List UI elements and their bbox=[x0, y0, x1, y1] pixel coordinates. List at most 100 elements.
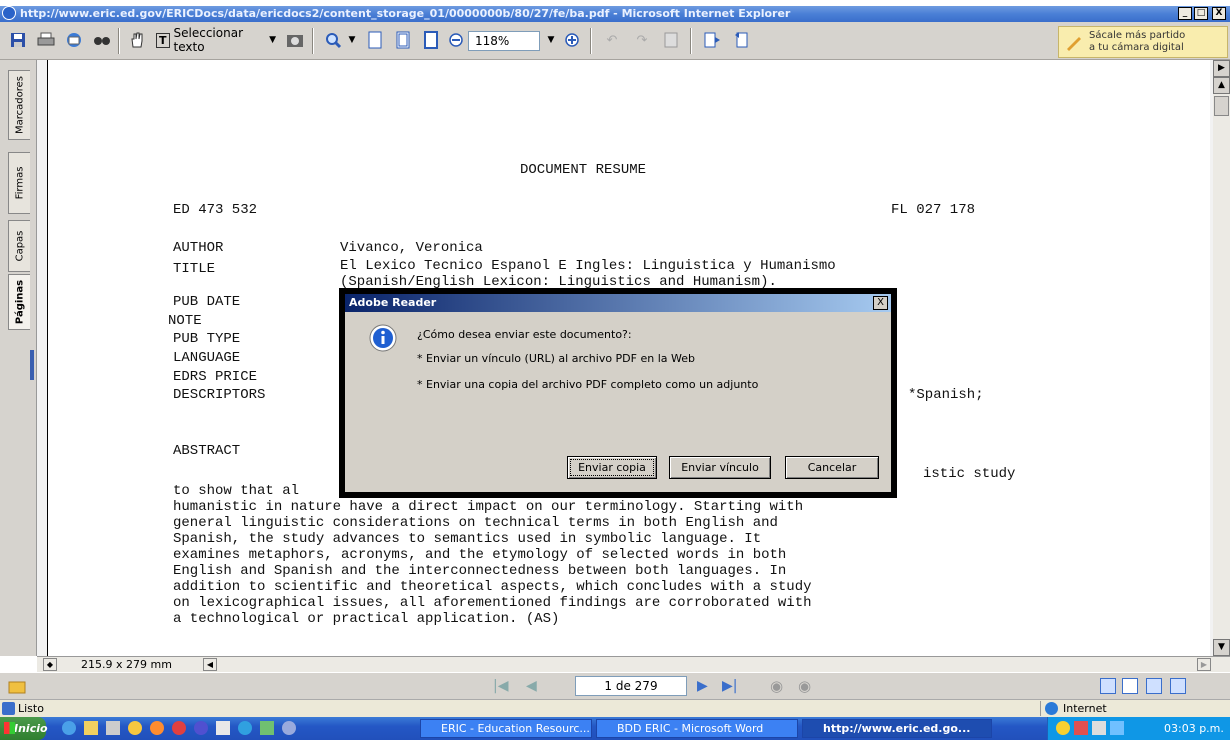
rotate-right-icon[interactable]: ↷ bbox=[630, 28, 654, 52]
single-page-layout-icon[interactable] bbox=[1100, 678, 1116, 694]
single-page-icon[interactable] bbox=[730, 28, 754, 52]
save-icon[interactable] bbox=[8, 28, 28, 52]
network-icon[interactable] bbox=[1110, 721, 1124, 735]
fit-width-icon[interactable] bbox=[420, 28, 442, 52]
abstract-partial-text: istic study bbox=[923, 466, 1016, 482]
quicklaunch-player-icon[interactable] bbox=[194, 721, 208, 735]
quicklaunch-search-icon[interactable] bbox=[238, 721, 252, 735]
print-icon[interactable] bbox=[36, 28, 56, 52]
tray-messenger-icon[interactable] bbox=[1056, 721, 1070, 735]
abstract-line: on lexicographical issues, all aforement… bbox=[173, 595, 812, 611]
last-page-icon[interactable]: ▶| bbox=[722, 678, 737, 694]
zoom-dropdown-icon[interactable]: ▼ bbox=[544, 28, 558, 52]
scroll-right-icon[interactable]: ▶ bbox=[1197, 658, 1211, 671]
abstract-line: Spanish, the study advances to semantics… bbox=[173, 531, 762, 547]
email-icon[interactable] bbox=[64, 28, 84, 52]
tab-pages-label: Páginas bbox=[14, 279, 25, 325]
hand-tool-icon[interactable] bbox=[126, 28, 148, 52]
snapshot-icon[interactable] bbox=[284, 28, 306, 52]
field-value: *Spanish; bbox=[908, 387, 984, 403]
search-icon[interactable] bbox=[92, 28, 112, 52]
volume-icon[interactable] bbox=[1092, 721, 1106, 735]
quicklaunch-messenger-icon[interactable] bbox=[128, 721, 142, 735]
zoom-in-tool-icon[interactable] bbox=[322, 28, 344, 52]
field-label: TITLE bbox=[173, 261, 216, 277]
select-text-tool[interactable]: T Seleccionar texto ▼ bbox=[156, 26, 276, 54]
previous-page-icon[interactable]: ◀ bbox=[526, 678, 537, 694]
close-button[interactable]: X bbox=[1212, 7, 1226, 20]
zoom-in-icon[interactable] bbox=[562, 28, 582, 52]
fl-number: FL 027 178 bbox=[891, 202, 976, 218]
maximize-button[interactable]: □ bbox=[1194, 7, 1208, 20]
quicklaunch-media-icon[interactable] bbox=[172, 721, 186, 735]
send-link-button[interactable]: Enviar vínculo bbox=[669, 456, 771, 479]
system-tray: 03:03 p.m. bbox=[1047, 717, 1230, 740]
next-page-icon[interactable]: ▶ bbox=[697, 678, 708, 694]
collapse-icon[interactable]: ◆ bbox=[43, 658, 57, 671]
continuous-layout-icon[interactable] bbox=[1122, 678, 1138, 694]
internet-explorer-icon bbox=[2, 6, 16, 20]
dialog-close-button[interactable]: X bbox=[873, 296, 888, 310]
page-size-label: 215.9 x 279 mm bbox=[81, 658, 172, 671]
continuous-facing-layout-icon[interactable] bbox=[1170, 678, 1186, 694]
info-icon bbox=[369, 324, 397, 352]
previous-view-icon[interactable]: ◉ bbox=[770, 677, 783, 695]
zoom-level-input[interactable]: 118% bbox=[468, 31, 540, 51]
radio-option-link[interactable]: * Enviar un vínculo (URL) al archivo PDF… bbox=[417, 352, 695, 365]
tab-bookmarks[interactable]: Marcadores bbox=[8, 70, 30, 140]
toolbar-separator bbox=[590, 28, 592, 54]
zoom-tool-dropdown-icon[interactable]: ▼ bbox=[346, 28, 358, 52]
continuous-view-icon[interactable] bbox=[700, 28, 724, 52]
scroll-down-icon[interactable]: ▼ bbox=[1213, 639, 1230, 656]
next-view-icon[interactable]: ◉ bbox=[798, 677, 811, 695]
dialog-title[interactable]: Adobe Reader bbox=[345, 294, 891, 312]
rotate-left-icon[interactable]: ↶ bbox=[600, 28, 624, 52]
fit-page-icon[interactable] bbox=[392, 28, 414, 52]
send-copy-button[interactable]: Enviar copia bbox=[567, 456, 657, 479]
promo-banner[interactable]: Sácale más partido a tu cámara digital bbox=[1058, 26, 1228, 58]
vertical-scrollbar[interactable]: ▶ ▲ ▼ bbox=[1213, 60, 1230, 656]
abstract-line: a technological or practical application… bbox=[173, 611, 560, 627]
security-zone: Internet bbox=[1040, 701, 1228, 716]
select-text-label: Seleccionar texto bbox=[173, 26, 243, 54]
scroll-up-icon[interactable]: ▲ bbox=[1213, 77, 1230, 94]
window-title-bar[interactable]: http://www.eric.ed.gov/ERICDocs/data/eri… bbox=[0, 0, 1230, 22]
actual-size-icon[interactable] bbox=[364, 28, 386, 52]
reader-toolbar: T Seleccionar texto ▼ ▼ 118% ▼ ↶ ↷ bbox=[0, 22, 1230, 60]
scroll-left-icon[interactable]: ◀ bbox=[203, 658, 217, 671]
abstract-line: English and Spanish and the interconnect… bbox=[173, 563, 787, 579]
chevron-down-icon[interactable]: ▼ bbox=[269, 35, 276, 45]
task-eric-pdf-browser[interactable]: http://www.eric.ed.go... bbox=[802, 719, 992, 738]
window-title: http://www.eric.ed.gov/ERICDocs/data/eri… bbox=[20, 7, 791, 20]
zoom-out-icon[interactable] bbox=[446, 28, 466, 52]
collapse-navigation-icon[interactable] bbox=[8, 677, 26, 695]
quicklaunch-music-icon[interactable] bbox=[260, 721, 274, 735]
document-properties-icon[interactable] bbox=[660, 28, 682, 52]
quicklaunch-folder-icon[interactable] bbox=[84, 721, 98, 735]
task-eric-education[interactable]: ERIC - Education Resourc... bbox=[420, 719, 592, 738]
task-word-document[interactable]: BDD ERIC - Microsoft Word bbox=[596, 719, 798, 738]
quicklaunch-ie-icon[interactable] bbox=[62, 721, 76, 735]
cancel-button[interactable]: Cancelar bbox=[785, 456, 879, 479]
toolbar-separator bbox=[690, 28, 692, 54]
tab-layers[interactable]: Capas bbox=[8, 220, 30, 272]
scroll-next-page-icon[interactable]: ▶ bbox=[1213, 60, 1230, 77]
minimize-button[interactable]: _ bbox=[1178, 7, 1192, 20]
tray-app-icon[interactable] bbox=[1074, 721, 1088, 735]
radio-option-copy[interactable]: * Enviar una copia del archivo PDF compl… bbox=[417, 378, 758, 391]
document-heading: DOCUMENT RESUME bbox=[520, 162, 647, 178]
scroll-thumb[interactable] bbox=[1214, 96, 1229, 116]
windows-logo-icon bbox=[4, 722, 15, 734]
tab-signatures[interactable]: Firmas bbox=[8, 152, 30, 214]
quicklaunch-app-icon[interactable] bbox=[150, 721, 164, 735]
field-label: EDRS PRICE bbox=[173, 369, 258, 385]
first-page-icon[interactable]: |◀ bbox=[493, 678, 508, 694]
quicklaunch-other-icon[interactable] bbox=[282, 721, 296, 735]
pane-splitter-handle[interactable] bbox=[30, 350, 34, 380]
page-number-input[interactable]: 1 de 279 bbox=[575, 676, 687, 696]
facing-layout-icon[interactable] bbox=[1146, 678, 1162, 694]
toolbar-separator bbox=[118, 28, 120, 54]
quicklaunch-desktop-icon[interactable] bbox=[106, 721, 120, 735]
quicklaunch-mail-icon[interactable] bbox=[216, 721, 230, 735]
tab-pages[interactable]: Páginas bbox=[8, 274, 30, 330]
